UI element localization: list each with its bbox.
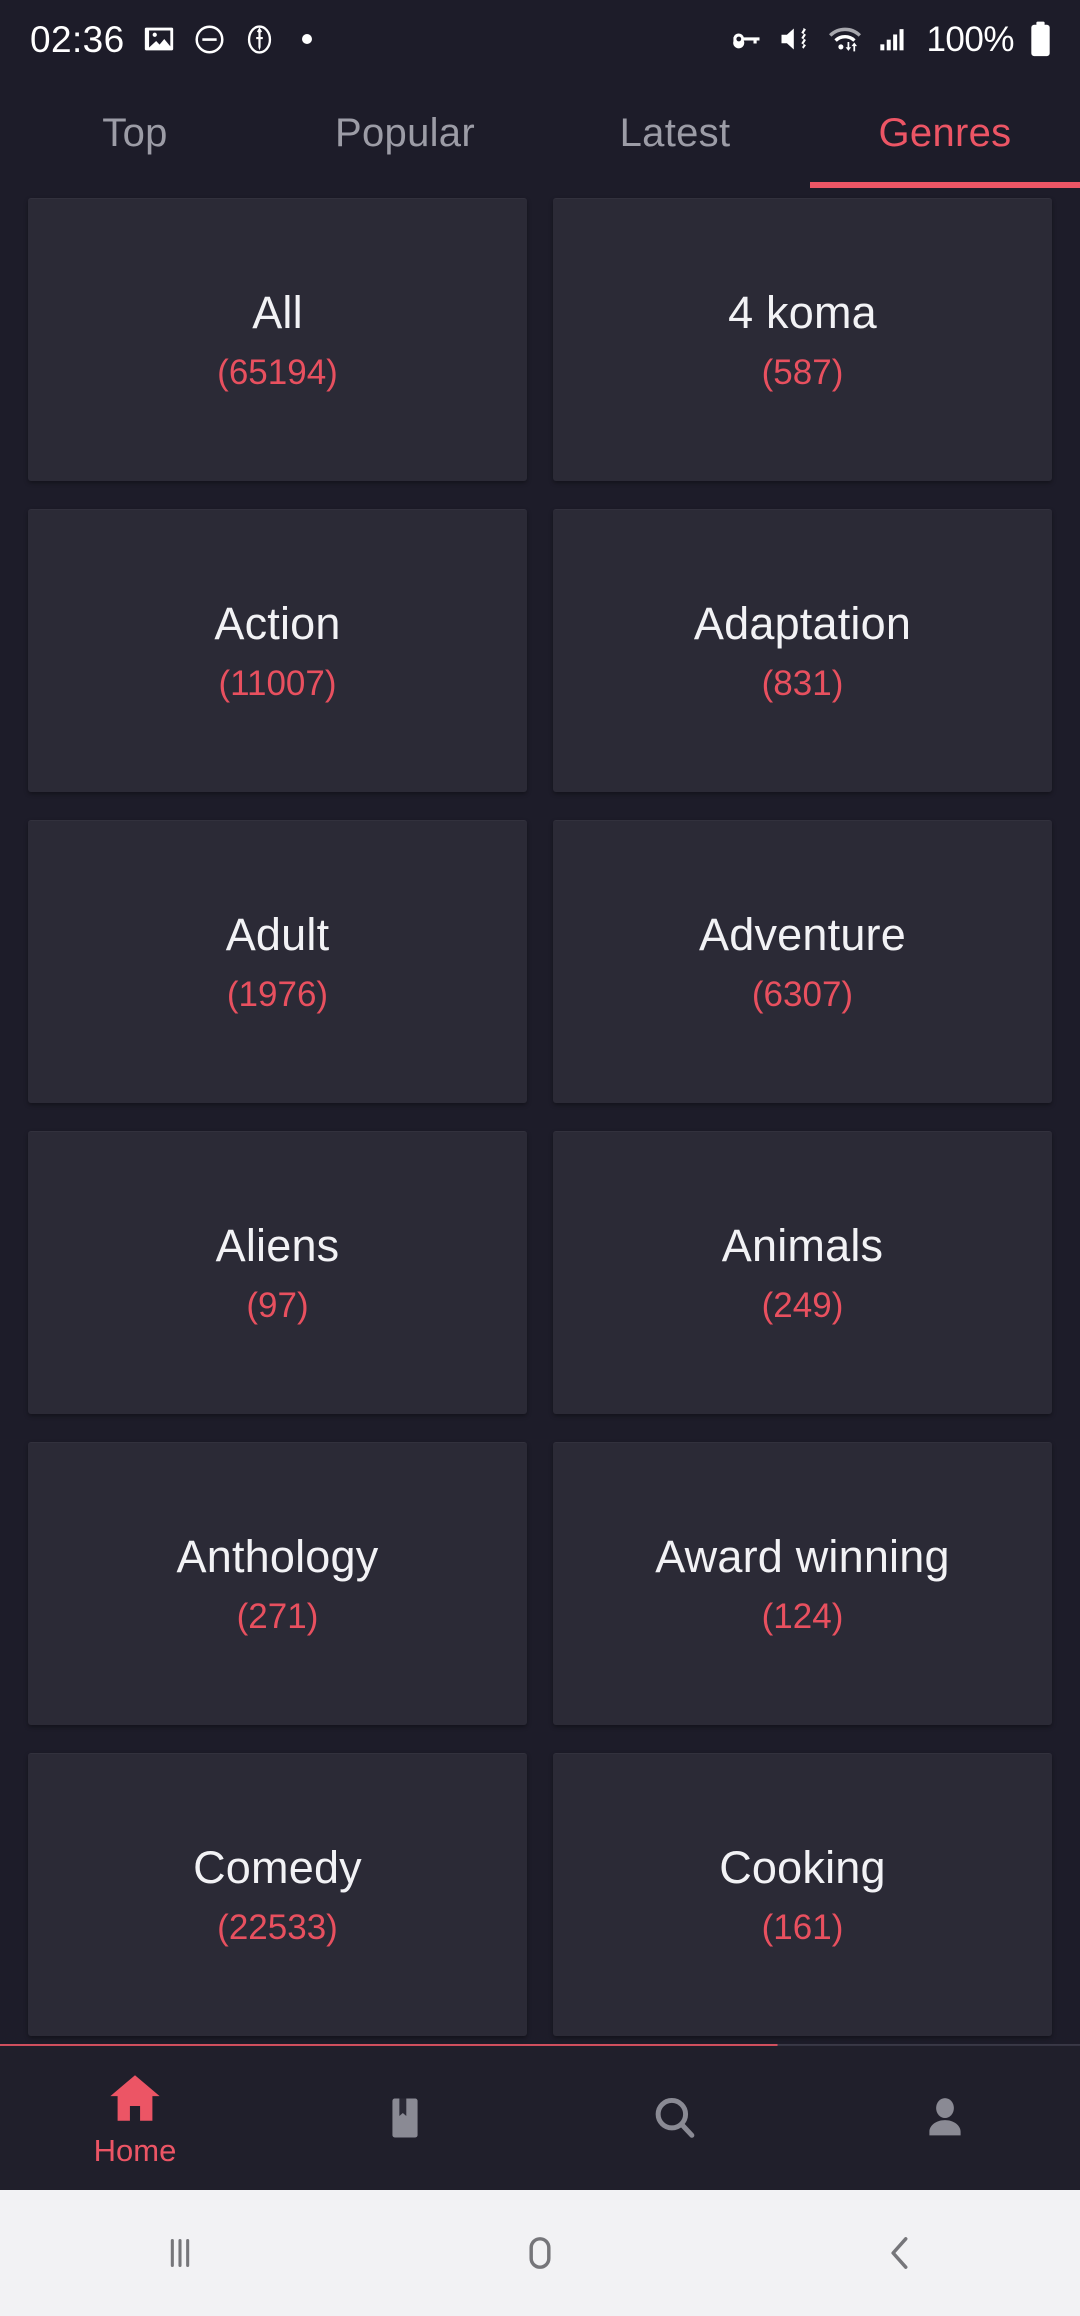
tab-latest[interactable]: Latest — [540, 78, 810, 188]
bookmark-icon — [392, 2098, 418, 2137]
android-recents-button[interactable] — [0, 2190, 360, 2316]
genre-grid: All (65194) 4 koma (587) Action (11007) … — [0, 198, 1080, 2036]
genre-count: (249) — [761, 1285, 844, 1325]
genre-count: (587) — [761, 352, 844, 392]
bottom-nav-home-label: Home — [93, 2133, 177, 2168]
bottom-nav-library[interactable] — [270, 2045, 540, 2190]
genre-count: (1976) — [226, 974, 329, 1014]
genre-card[interactable]: Comedy (22533) — [28, 1753, 527, 2036]
genre-count: (161) — [761, 1907, 844, 1947]
home-square-icon — [529, 2237, 551, 2269]
tab-genres-label: Genres — [878, 110, 1012, 155]
genre-card[interactable]: Anthology (271) — [28, 1442, 527, 1725]
genre-name: Award winning — [655, 1531, 950, 1582]
wifi-icon — [829, 27, 862, 52]
bottom-nav-search[interactable] — [540, 2045, 810, 2190]
genre-name: Adaptation — [693, 598, 912, 649]
genre-card[interactable]: Adventure (6307) — [553, 820, 1052, 1103]
tab-bar: Top Popular Latest Genres — [0, 78, 1080, 188]
bottom-navigation-bar: Home — [0, 2044, 1080, 2190]
recents-icon — [170, 2239, 190, 2267]
person-icon — [929, 2097, 961, 2135]
tab-top[interactable]: Top — [0, 78, 270, 188]
tab-popular-label: Popular — [335, 110, 475, 155]
genre-count: (124) — [761, 1596, 844, 1636]
genre-card[interactable]: Action (11007) — [28, 509, 527, 792]
genre-card[interactable]: Cooking (161) — [553, 1753, 1052, 2036]
genre-card[interactable]: Adaptation (831) — [553, 509, 1052, 792]
genre-card[interactable]: Award winning (124) — [553, 1442, 1052, 1725]
status-bar-left: 02:36 — [30, 21, 312, 58]
genre-card[interactable]: All (65194) — [28, 198, 527, 481]
genre-count: (97) — [246, 1285, 309, 1325]
genre-name: Adventure — [699, 909, 906, 960]
genre-name: Comedy — [193, 1842, 362, 1893]
volume-mute-vibrate-icon — [781, 27, 807, 50]
tab-top-label: Top — [102, 110, 168, 155]
genre-count: (65194) — [217, 352, 338, 392]
bottom-nav-profile[interactable] — [810, 2045, 1080, 2190]
cellular-signal-icon — [880, 29, 905, 51]
genre-count: (11007) — [218, 663, 337, 703]
genre-name: Cooking — [719, 1842, 886, 1893]
tab-latest-label: Latest — [619, 110, 731, 155]
android-system-nav — [0, 2190, 1080, 2316]
genre-name: Anthology — [176, 1531, 379, 1582]
genre-list-scroll[interactable]: All (65194) 4 koma (587) Action (11007) … — [0, 188, 1080, 2044]
app-root: 02:36 100% Top Popular Latest Genres All… — [0, 0, 1080, 2316]
genre-name: 4 koma — [728, 287, 877, 338]
genre-card[interactable]: Adult (1976) — [28, 820, 527, 1103]
home-icon — [110, 2075, 160, 2121]
back-icon — [891, 2237, 908, 2269]
bottom-nav-home[interactable]: Home — [0, 2045, 270, 2190]
search-icon — [655, 2097, 695, 2138]
genre-card[interactable]: Aliens (97) — [28, 1131, 527, 1414]
battery-percent-label: 100% — [926, 19, 1014, 59]
genre-card[interactable]: Animals (249) — [553, 1131, 1052, 1414]
genre-name: All — [252, 287, 303, 338]
dot-indicator-icon — [301, 34, 312, 44]
image-icon — [144, 27, 173, 51]
genre-count: (831) — [761, 663, 844, 703]
app-shield-icon — [247, 24, 271, 54]
do-not-disturb-icon — [195, 24, 224, 54]
vpn-key-icon — [733, 33, 760, 49]
genre-name: Aliens — [215, 1220, 340, 1271]
genre-count: (22533) — [217, 1907, 338, 1947]
genre-name: Adult — [225, 909, 330, 960]
android-home-button[interactable] — [360, 2190, 720, 2316]
genre-name: Animals — [721, 1220, 884, 1271]
genre-count: (271) — [236, 1596, 319, 1636]
android-back-button[interactable] — [720, 2190, 1080, 2316]
genre-card[interactable]: 4 koma (587) — [553, 198, 1052, 481]
status-bar-right: 100% — [728, 20, 1054, 58]
genre-count: (6307) — [751, 974, 854, 1014]
status-bar-clock: 02:36 — [30, 18, 125, 60]
status-bar: 02:36 100% — [0, 0, 1080, 78]
genre-name: Action — [214, 598, 341, 649]
battery-icon — [1031, 21, 1050, 57]
tab-genres[interactable]: Genres — [810, 78, 1080, 188]
tab-popular[interactable]: Popular — [270, 78, 540, 188]
